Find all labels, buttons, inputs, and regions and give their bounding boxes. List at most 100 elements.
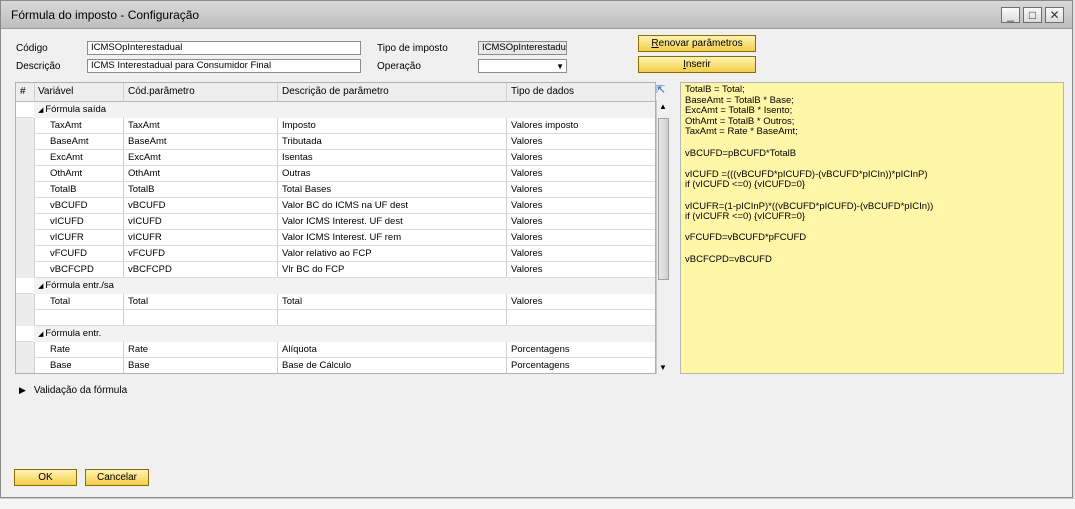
cell-tipo-dados[interactable]: Valores [511,200,543,211]
table-row[interactable]: OthAmt OthAmt Outras Valores [16,166,655,182]
cell-tipo-dados[interactable]: Valores [511,232,543,243]
row-header[interactable] [16,342,34,358]
cancel-button[interactable]: Cancelar [85,469,149,486]
expand-arrow-icon[interactable]: ⇱ [656,83,668,96]
cell-descricao[interactable]: Valor relativo ao FCP [282,248,372,259]
table-row[interactable]: vBCUFD vBCUFD Valor BC do ICMS na UF dest V… [16,198,655,214]
col-header-number[interactable]: # [20,86,26,97]
table-row[interactable]: Total Total Total Valores [16,294,655,310]
cell-descricao[interactable]: Outras [282,168,311,179]
group-row[interactable]: ◢ Fórmula entr. [16,326,655,342]
cell-variavel[interactable]: vFCUFD [50,248,87,259]
cell-tipo-dados[interactable]: Valores [511,296,543,307]
table-row[interactable]: Base Base Base de Cálculo Porcentagens [16,358,655,373]
table-row[interactable]: TaxAmt TaxAmt Imposto Valores imposto [16,118,655,134]
cell-cod-parametro[interactable]: vBCFCPD [128,264,172,275]
row-header[interactable] [16,118,34,134]
cell-variavel[interactable]: TaxAmt [50,120,82,131]
table-row[interactable]: vBCFCPD vBCFCPD Vlr BC do FCP Valores [16,262,655,278]
formula-editor[interactable]: TotalB = Total; BaseAmt = TotalB * Base;… [680,82,1064,374]
cell-variavel[interactable]: ExcAmt [50,152,83,163]
scroll-thumb[interactable] [658,118,669,280]
cell-descricao[interactable]: Vlr BC do FCP [282,264,344,275]
cell-cod-parametro[interactable]: OthAmt [128,168,160,179]
cell-descricao[interactable]: Valor BC do ICMS na UF dest [282,200,408,211]
group-row[interactable]: ◢ Fórmula saída [16,102,655,118]
cell-cod-parametro[interactable]: Rate [128,344,148,355]
cell-cod-parametro[interactable]: vBCUFD [128,200,165,211]
table-row[interactable]: vFCUFD vFCUFD Valor relativo ao FCP Valores [16,246,655,262]
renovar-parametros-button[interactable]: Renovar parâmetros [638,35,756,52]
cell-variavel[interactable]: Rate [50,344,70,355]
cell-cod-parametro[interactable]: vFCUFD [128,248,165,259]
cell-tipo-dados[interactable]: Valores [511,136,543,147]
cell-cod-parametro[interactable]: TotalB [128,184,154,195]
table-row[interactable]: ExcAmt ExcAmt Isentas Valores [16,150,655,166]
table-row[interactable]: BaseAmt BaseAmt Tributada Valores [16,134,655,150]
inserir-button[interactable]: Inserir [638,56,756,73]
cell-descricao[interactable]: Alíquota [282,344,317,355]
operacao-select[interactable]: ▼ [478,59,567,73]
cell-variavel[interactable]: Base [50,360,72,371]
descricao-field[interactable]: ICMS Interestadual para Consumidor Final [87,59,361,73]
cell-descricao[interactable]: Base de Cálculo [282,360,351,371]
cell-cod-parametro[interactable]: ExcAmt [128,152,161,163]
row-header[interactable] [16,310,34,326]
cell-cod-parametro[interactable]: TaxAmt [128,120,160,131]
cell-tipo-dados[interactable]: Valores [511,152,543,163]
table-row[interactable] [16,310,655,326]
tipo-imposto-field[interactable]: ICMSOpInterestadu [478,41,567,55]
cell-descricao[interactable]: Total [282,296,302,307]
row-header[interactable] [16,262,34,278]
group-row[interactable]: ◢ Fórmula entr./sa [16,278,655,294]
cell-tipo-dados[interactable]: Valores imposto [511,120,578,131]
cell-variavel[interactable]: OthAmt [50,168,82,179]
cell-cod-parametro[interactable]: BaseAmt [128,136,167,147]
cell-descricao[interactable]: Valor ICMS Interest. UF rem [282,232,401,243]
maximize-icon[interactable]: □ [1023,7,1042,23]
row-header[interactable] [16,230,34,246]
cell-cod-parametro[interactable]: vICUFD [128,216,162,227]
table-row[interactable]: vICUFR vICUFR Valor ICMS Interest. UF rem V… [16,230,655,246]
col-header-cod-parametro[interactable]: Cód.parâmetro [128,86,195,97]
row-header[interactable] [16,358,34,373]
cell-tipo-dados[interactable]: Porcentagens [511,344,570,355]
grid-scrollbar[interactable]: ▲ ▼ [656,100,670,374]
table-row[interactable]: TotalB TotalB Total Bases Valores [16,182,655,198]
cell-cod-parametro[interactable]: Base [128,360,150,371]
cell-tipo-dados[interactable]: Valores [511,168,543,179]
cell-variavel[interactable]: BaseAmt [50,136,89,147]
row-header[interactable] [16,182,34,198]
row-header[interactable] [16,246,34,262]
cell-descricao[interactable]: Valor ICMS Interest. UF dest [282,216,403,227]
cell-cod-parametro[interactable]: Total [128,296,148,307]
row-header[interactable] [16,198,34,214]
scroll-down-icon[interactable]: ▼ [659,363,667,372]
row-header[interactable] [16,150,34,166]
col-header-tipo-dados[interactable]: Tipo de dados [511,86,574,97]
cell-cod-parametro[interactable]: vICUFR [128,232,162,243]
cell-variavel[interactable]: vICUFD [50,216,84,227]
cell-tipo-dados[interactable]: Valores [511,184,543,195]
col-header-variavel[interactable]: Variável [38,86,73,97]
scroll-up-icon[interactable]: ▲ [659,102,667,111]
cell-variavel[interactable]: vICUFR [50,232,84,243]
row-header[interactable] [16,166,34,182]
cell-tipo-dados[interactable]: Porcentagens [511,360,570,371]
codigo-field[interactable]: ICMSOpInterestadual [87,41,361,55]
cell-variavel[interactable]: TotalB [50,184,76,195]
minimize-icon[interactable]: _ [1001,7,1020,23]
cell-descricao[interactable]: Total Bases [282,184,331,195]
cell-tipo-dados[interactable]: Valores [511,264,543,275]
cell-tipo-dados[interactable]: Valores [511,216,543,227]
row-header[interactable] [16,134,34,150]
close-icon[interactable]: ✕ [1045,7,1064,23]
cell-variavel[interactable]: Total [50,296,70,307]
validation-section[interactable]: ▶ Validação da fórmula [19,385,127,396]
col-header-descricao[interactable]: Descrição de parâmetro [282,86,389,97]
cell-descricao[interactable]: Tributada [282,136,322,147]
cell-variavel[interactable]: vBCUFD [50,200,87,211]
cell-descricao[interactable]: Imposto [282,120,316,131]
row-header[interactable] [16,214,34,230]
ok-button[interactable]: OK [14,469,77,486]
